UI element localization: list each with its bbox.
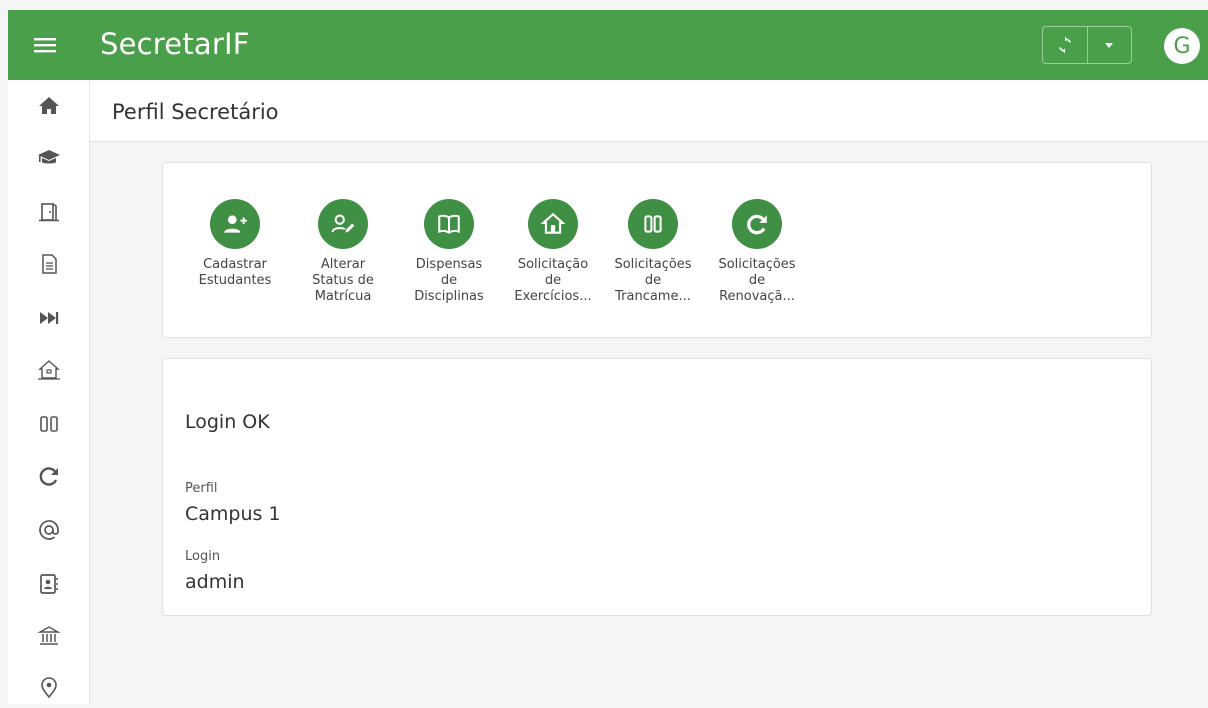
caret-down-icon [1105, 43, 1114, 48]
login-label: Login [185, 549, 221, 564]
sidebar-item-home[interactable] [8, 86, 90, 126]
sidebar-item-institution[interactable] [8, 616, 90, 656]
action-label: Solicitação de Exercícios... [514, 257, 592, 304]
sidebar-item-documents[interactable] [8, 244, 90, 284]
sidebar-item-contacts[interactable] [8, 564, 90, 604]
action-exercicios[interactable]: Solicitação de Exercícios... [503, 199, 603, 305]
contact-book-icon [40, 574, 58, 594]
sync-icon [1058, 36, 1071, 54]
action-dispensas[interactable]: Dispensas de Disciplinas [399, 199, 499, 305]
add-user-icon [224, 215, 247, 233]
menu-icon[interactable] [32, 32, 58, 58]
action-label: Solicitações de Trancame... [614, 257, 692, 304]
action-circle [424, 199, 474, 249]
sidebar-item-exercises[interactable] [8, 350, 90, 390]
institution-icon [37, 626, 61, 645]
action-circle [318, 199, 368, 249]
sidebar-item-advance[interactable] [8, 298, 90, 338]
page-header: Perfil Secretário [90, 80, 1208, 142]
profile-value: Campus 1 [185, 503, 281, 525]
login-value: admin [185, 571, 245, 593]
action-renovacao[interactable]: Solicitações de Renovaçã... [707, 199, 807, 305]
location-pin-icon [41, 677, 57, 699]
action-label: Solicitações de Renovaçã... [718, 257, 796, 304]
sidebar-item-lockings[interactable] [8, 404, 90, 444]
page-title: Perfil Secretário [112, 100, 279, 124]
edit-user-icon [331, 214, 355, 233]
action-label: Alterar Status de Matrícua [312, 257, 374, 304]
sidebar-item-rooms[interactable] [8, 192, 90, 232]
action-cadastrar-estudantes[interactable]: Cadastrar Estudantes [185, 199, 285, 289]
pause-icon [644, 215, 662, 233]
app-title: SecretarIF [100, 27, 250, 61]
action-circle [210, 199, 260, 249]
house-icon [540, 212, 566, 234]
action-circle [628, 199, 678, 249]
action-alterar-status[interactable]: Alterar Status de Matrícua [293, 199, 393, 305]
profile-label: Perfil [185, 481, 218, 496]
graduation-cap-icon [38, 150, 60, 164]
action-trancamento[interactable]: Solicitações de Trancame... [603, 199, 703, 305]
book-icon [438, 214, 460, 234]
dropdown-toggle-button[interactable] [1086, 27, 1132, 63]
user-avatar[interactable]: G [1164, 28, 1200, 64]
sidebar [8, 80, 90, 704]
house-outline-icon [38, 360, 60, 380]
action-circle [732, 199, 782, 249]
sidebar-item-students[interactable] [8, 138, 90, 178]
pause-icon [40, 416, 58, 432]
actions-card: Cadastrar Estudantes Alterar Status de M… [162, 162, 1152, 338]
action-circle [528, 199, 578, 249]
fast-forward-icon [40, 312, 59, 324]
sync-button[interactable] [1043, 27, 1087, 63]
login-status: Login OK [185, 411, 270, 433]
sync-button-group [1042, 26, 1132, 64]
sidebar-item-email[interactable] [8, 510, 90, 550]
home-icon [39, 97, 59, 114]
door-icon [39, 203, 59, 222]
redo-icon [747, 214, 767, 235]
at-icon [39, 520, 59, 540]
action-label: Cadastrar Estudantes [198, 257, 272, 288]
login-info-card: Login OK Perfil Campus 1 Login admin [162, 358, 1152, 616]
top-app-bar: SecretarIF G [8, 10, 1208, 80]
redo-icon [39, 467, 58, 486]
document-icon [42, 254, 57, 274]
action-label: Dispensas de Disciplinas [414, 257, 484, 304]
sidebar-item-renewals[interactable] [8, 456, 90, 496]
sidebar-item-location[interactable] [8, 668, 90, 708]
